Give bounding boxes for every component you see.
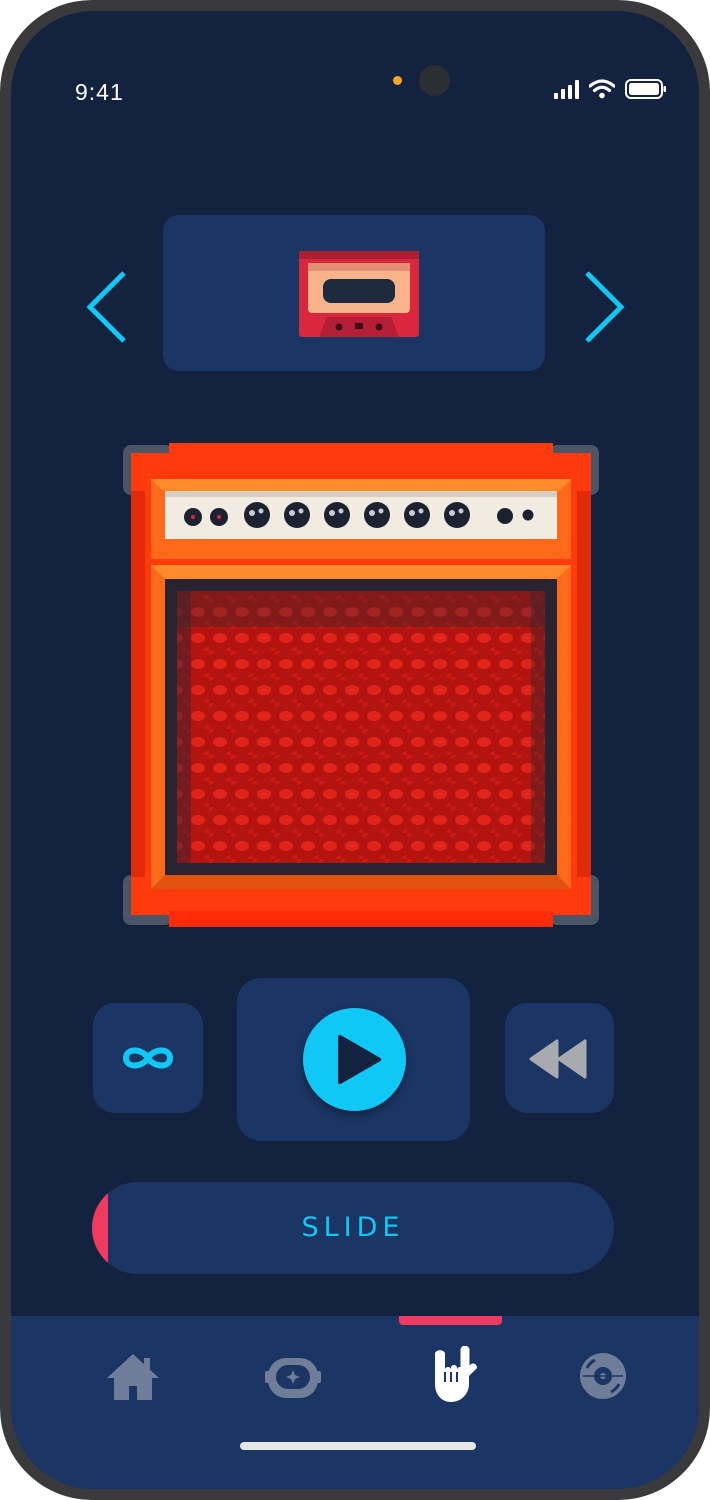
wifi-icon bbox=[589, 79, 615, 99]
play-panel bbox=[237, 978, 470, 1141]
rock-hand-icon bbox=[435, 1346, 477, 1402]
slide-control[interactable]: SLIDE bbox=[92, 1182, 614, 1274]
play-icon bbox=[338, 1035, 381, 1084]
home-indicator bbox=[240, 1442, 476, 1450]
guitar-amplifier-illustration bbox=[123, 443, 599, 927]
slide-label: SLIDE bbox=[301, 1212, 405, 1243]
previous-button[interactable] bbox=[84, 269, 134, 345]
active-tab-indicator bbox=[399, 1316, 502, 1325]
rewind-button[interactable] bbox=[505, 1003, 614, 1113]
status-time: 9:41 bbox=[75, 79, 124, 105]
front-camera bbox=[419, 65, 450, 96]
next-button[interactable] bbox=[577, 269, 627, 345]
play-button[interactable] bbox=[303, 1008, 406, 1111]
astronaut-helmet-icon bbox=[265, 1358, 321, 1398]
signal-icon bbox=[554, 79, 579, 99]
tab-rock[interactable] bbox=[421, 1346, 481, 1406]
bottom-tab-bar bbox=[11, 1316, 699, 1489]
infinity-icon bbox=[123, 1047, 173, 1069]
home-icon bbox=[107, 1354, 159, 1400]
tab-astro[interactable] bbox=[263, 1346, 323, 1406]
chevron-right-icon bbox=[585, 271, 625, 343]
tab-home[interactable] bbox=[103, 1346, 163, 1406]
loop-button[interactable] bbox=[93, 1003, 203, 1113]
app-screen: 9:41 SLIDE bbox=[11, 11, 699, 1489]
status-icons bbox=[554, 79, 667, 99]
privacy-indicator bbox=[393, 76, 402, 85]
tab-disc[interactable] bbox=[573, 1346, 633, 1406]
phone-frame: 9:41 SLIDE bbox=[0, 0, 710, 1500]
vinyl-disc-icon bbox=[580, 1353, 626, 1399]
chevron-left-icon bbox=[86, 271, 126, 343]
rewind-icon bbox=[529, 1039, 587, 1079]
tape-selector-card[interactable] bbox=[163, 215, 545, 371]
cassette-tape-icon bbox=[299, 251, 419, 337]
battery-icon bbox=[625, 79, 667, 99]
